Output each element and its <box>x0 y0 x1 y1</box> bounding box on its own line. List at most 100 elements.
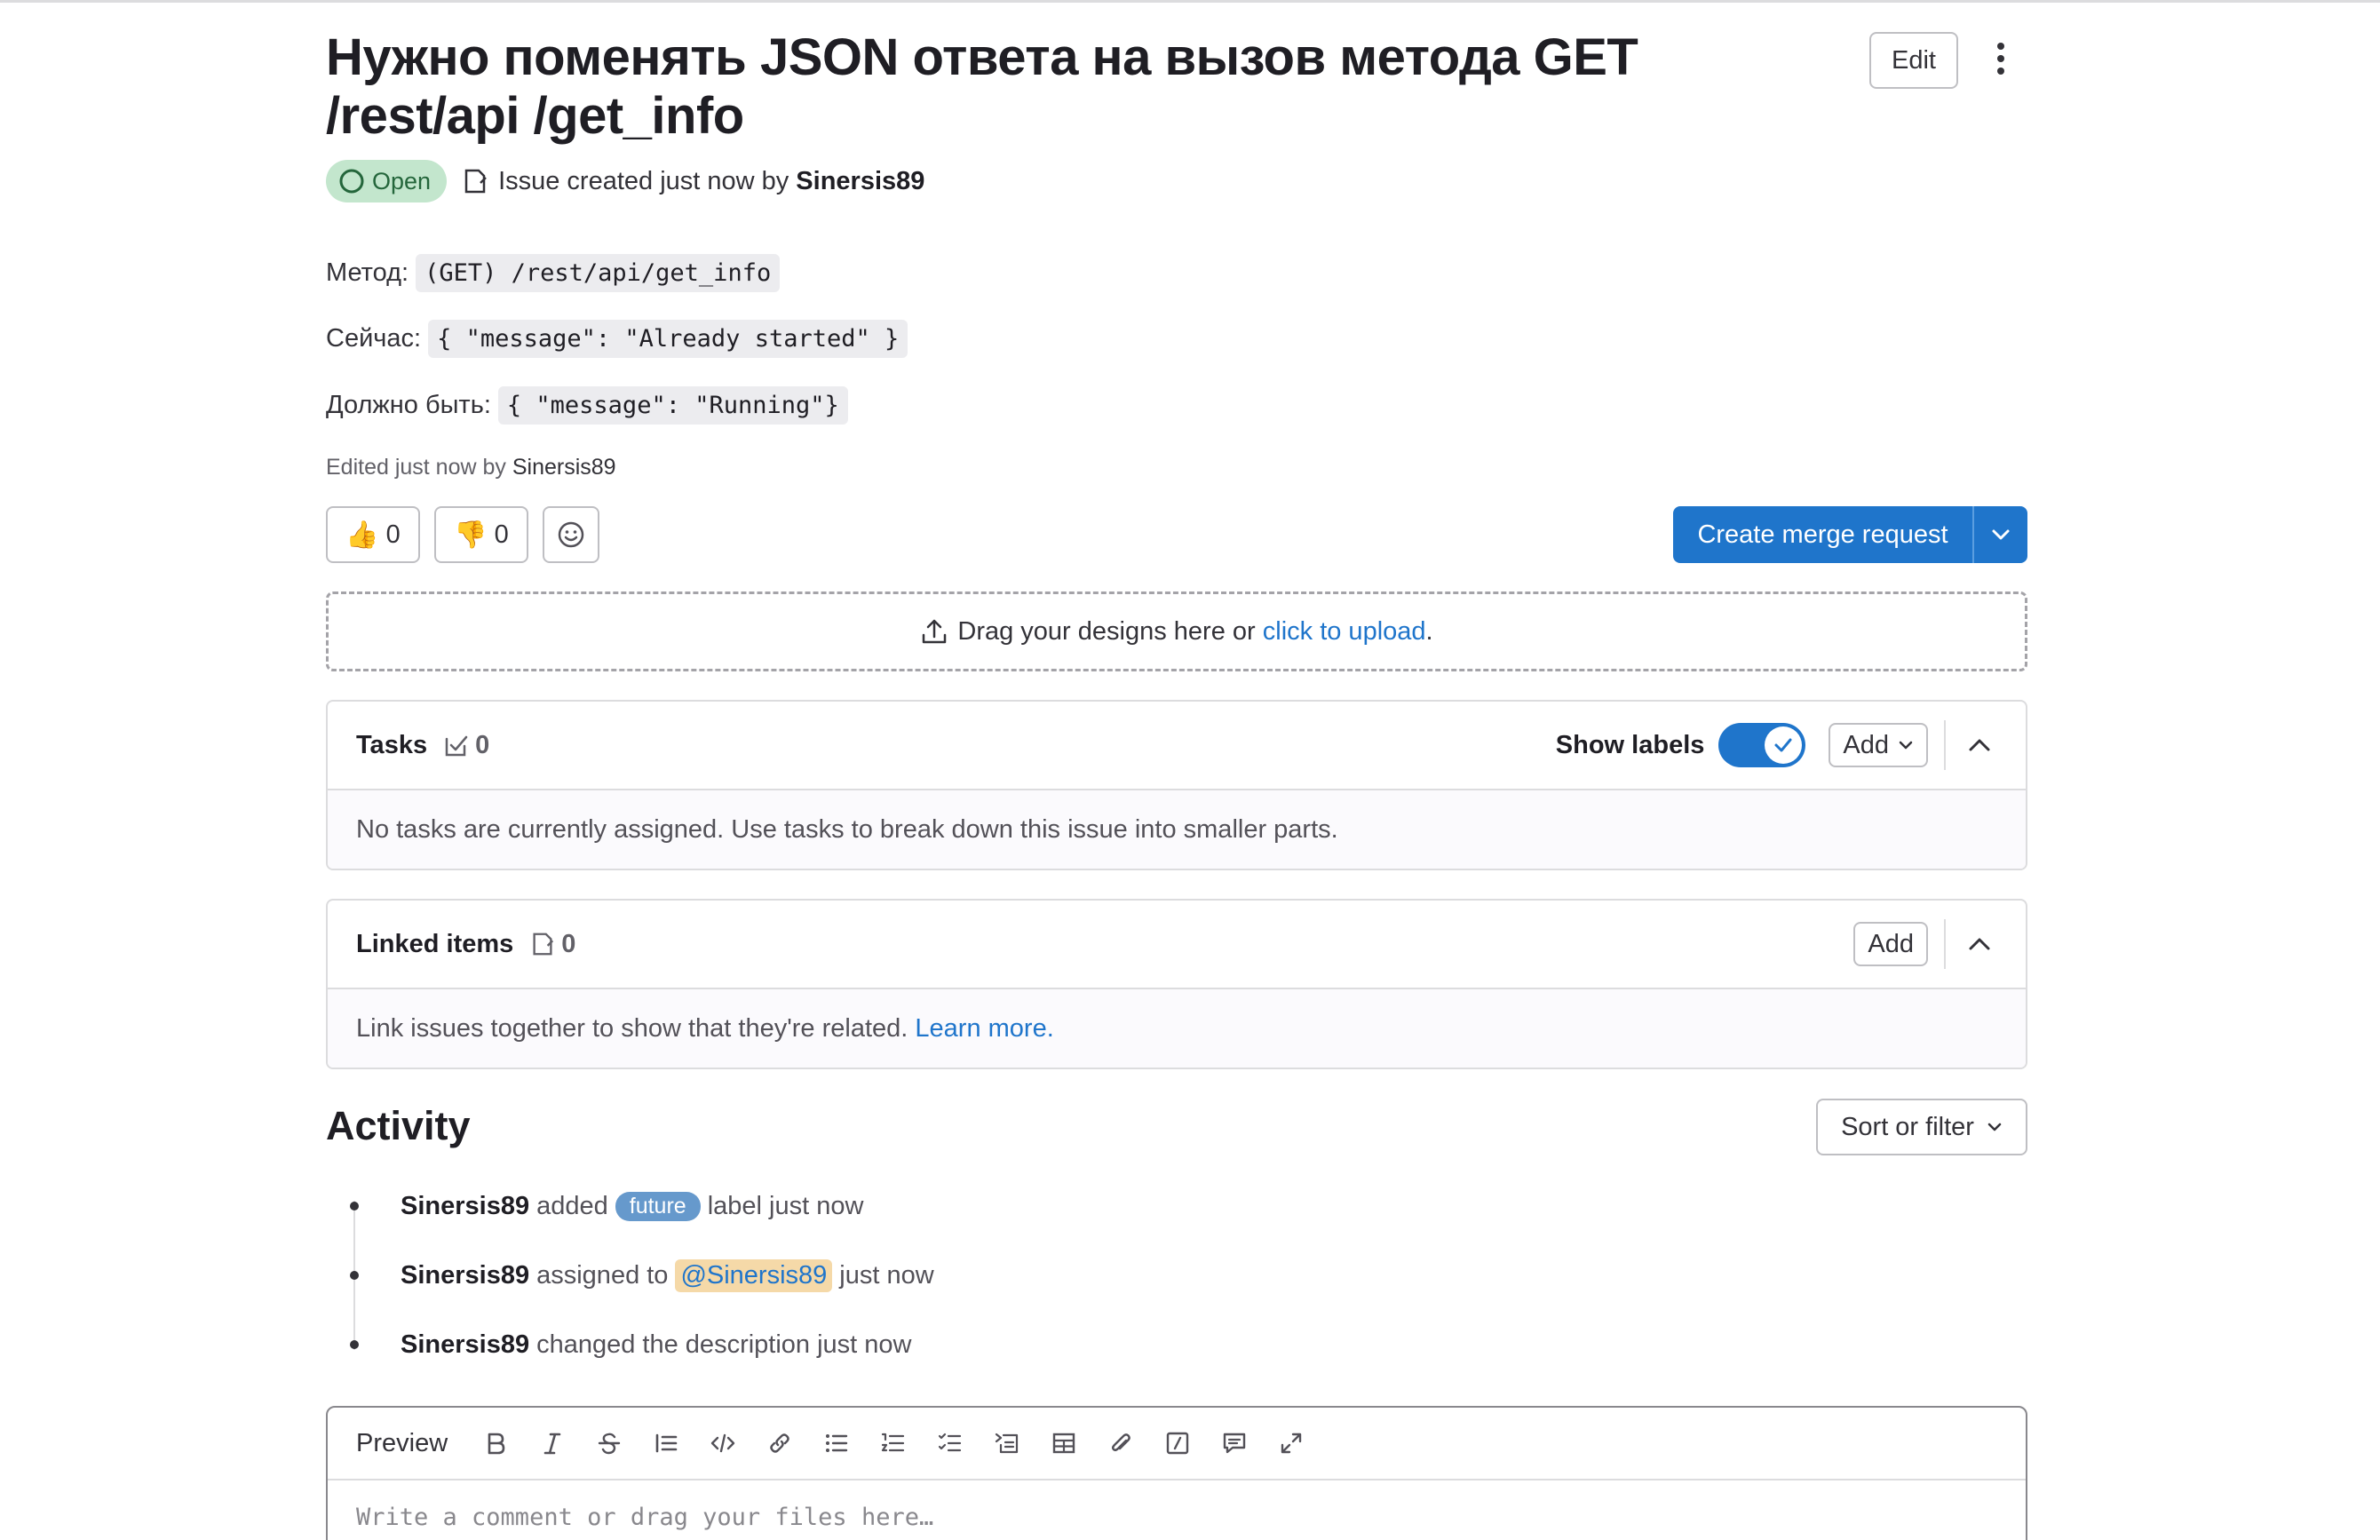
linked-items-count: 0 <box>529 930 575 959</box>
author-link[interactable]: Sinersis89 <box>796 167 924 196</box>
task-done-icon <box>443 732 470 758</box>
comment-editor: Preview <box>326 1406 2027 1540</box>
show-labels-label: Show labels <box>1555 730 1705 759</box>
status-badge: Open <box>326 160 448 202</box>
edited-prefix: Edited just now by <box>326 455 506 480</box>
issue-type-icon <box>461 167 489 195</box>
description-label: Метод: <box>326 258 409 287</box>
thumbs-down-button[interactable]: 👎 0 <box>434 506 528 563</box>
chevron-up-icon[interactable] <box>1962 727 1997 763</box>
add-task-label: Add <box>1843 730 1889 759</box>
create-merge-request-group: Create merge request <box>1673 506 2027 563</box>
learn-more-link[interactable]: Learn more. <box>915 1014 1053 1044</box>
linked-items-header: Linked items 0 Add <box>328 901 2026 989</box>
strikethrough-icon[interactable] <box>581 1422 638 1465</box>
italic-icon[interactable] <box>524 1422 581 1465</box>
thumbs-up-button[interactable]: 👍 0 <box>326 506 420 563</box>
label-badge[interactable]: future <box>615 1191 701 1221</box>
edited-author-link[interactable]: Sinersis89 <box>512 455 616 480</box>
tasks-empty-text: No tasks are currently assigned. Use tas… <box>328 790 2026 869</box>
task-list-icon[interactable] <box>922 1422 979 1465</box>
activity-text: assigned to <box>536 1260 669 1290</box>
linked-items-empty-text: Link issues together to show that they'r… <box>356 1013 908 1043</box>
chevron-down-icon <box>1987 1122 2003 1132</box>
dropzone-suffix: . <box>1425 616 1433 646</box>
fullscreen-icon[interactable] <box>1263 1422 1320 1465</box>
bold-icon[interactable] <box>467 1422 524 1465</box>
linked-items-card: Linked items 0 Add Link issues together … <box>326 899 2027 1069</box>
activity-text: added <box>536 1191 608 1220</box>
preview-tab[interactable]: Preview <box>356 1429 448 1458</box>
activity-item: Sinersis89 added future label just now <box>326 1187 863 1226</box>
numbered-list-icon[interactable] <box>865 1422 922 1465</box>
tasks-card-header: Tasks 0 Show labels Add <box>328 702 2026 790</box>
tasks-count: 0 <box>443 731 489 760</box>
activity-text: just now <box>839 1260 934 1290</box>
chevron-up-icon[interactable] <box>1962 926 1997 962</box>
description-line: Должно быть: { "message": "Running"} <box>326 384 848 426</box>
dropzone-text: Drag your designs here or <box>957 616 1256 646</box>
add-linked-item-label: Add <box>1868 929 1914 958</box>
edited-note: Edited just now by Sinersis89 <box>326 455 616 480</box>
status-label: Open <box>372 167 432 194</box>
edit-button[interactable]: Edit <box>1869 32 1958 89</box>
chevron-down-icon <box>1991 528 2011 541</box>
tasks-count-value: 0 <box>475 730 490 759</box>
description-code: { "message": "Already started" } <box>428 319 908 358</box>
top-divider <box>0 0 2380 3</box>
comment-input[interactable] <box>328 1480 2026 1540</box>
merge-request-dropdown-toggle[interactable] <box>1972 506 2027 563</box>
attach-file-icon[interactable] <box>1092 1422 1149 1465</box>
activity-title: Activity <box>326 1103 471 1148</box>
activity-item: Sinersis89 assigned to @Sinersis89 just … <box>326 1256 934 1295</box>
chevron-down-icon <box>1898 740 1914 750</box>
bullet-list-icon[interactable] <box>808 1422 865 1465</box>
linked-items-empty: Link issues together to show that they'r… <box>328 989 2026 1068</box>
sort-label: Sort or filter <box>1841 1112 1974 1141</box>
upload-icon <box>920 617 948 646</box>
issue-page: Нужно поменять JSON ответа на вызов мето… <box>0 0 2380 1540</box>
collapsible-section-icon[interactable] <box>979 1422 1035 1465</box>
create-merge-request-button[interactable]: Create merge request <box>1673 506 1972 563</box>
smiley-icon <box>556 520 586 550</box>
timeline-dot <box>350 1271 359 1280</box>
activity-author[interactable]: Sinersis89 <box>401 1330 529 1360</box>
timeline-dot <box>350 1340 359 1349</box>
description-code: (GET) /rest/api/get_info <box>416 253 781 292</box>
description-line: Сейчас: { "message": "Already started" } <box>326 317 908 360</box>
thumbs-up-count: 0 <box>385 520 401 549</box>
slash-command-icon[interactable] <box>1149 1422 1206 1465</box>
description-code: { "message": "Running"} <box>497 385 848 425</box>
sort-or-filter-button[interactable]: Sort or filter <box>1816 1099 2027 1155</box>
page-title: Нужно поменять JSON ответа на вызов мето… <box>326 28 1638 145</box>
thumbs-down-count: 0 <box>494 520 509 549</box>
activity-text: label just now <box>707 1191 864 1220</box>
header-divider <box>1944 919 1946 969</box>
design-dropzone[interactable]: Drag your designs here or click to uploa… <box>326 591 2027 671</box>
more-actions-icon[interactable] <box>1992 41 2010 76</box>
meta-created-text: Issue created just now by <box>498 166 789 195</box>
activity-author[interactable]: Sinersis89 <box>401 1261 529 1290</box>
table-icon[interactable] <box>1035 1422 1092 1465</box>
link-icon[interactable] <box>751 1422 808 1465</box>
activity-text: changed the description just now <box>536 1330 912 1359</box>
thumbs-up-icon: 👍 <box>345 520 379 550</box>
linked-items-count-value: 0 <box>561 929 576 958</box>
user-mention[interactable]: @Sinersis89 <box>675 1258 833 1292</box>
issue-open-icon <box>338 168 365 194</box>
click-to-upload-link[interactable]: click to upload <box>1263 617 1426 646</box>
header-divider <box>1944 720 1946 770</box>
description-line: Метод: (GET) /rest/api/get_info <box>326 251 781 294</box>
quote-icon[interactable] <box>638 1422 694 1465</box>
issue-meta: Open Issue created just now by Sinersis8… <box>326 160 924 202</box>
add-linked-item-button[interactable]: Add <box>1853 922 1928 966</box>
add-reaction-button[interactable] <box>543 506 599 563</box>
comment-template-icon[interactable] <box>1206 1422 1263 1465</box>
show-labels-toggle[interactable] <box>1718 723 1806 767</box>
check-icon <box>1765 726 1803 764</box>
editor-toolbar: Preview <box>328 1408 2026 1480</box>
add-task-button[interactable]: Add <box>1829 723 1928 767</box>
activity-author[interactable]: Sinersis89 <box>401 1192 529 1221</box>
activity-item: Sinersis89 changed the description just … <box>326 1325 912 1364</box>
code-icon[interactable] <box>694 1422 751 1465</box>
